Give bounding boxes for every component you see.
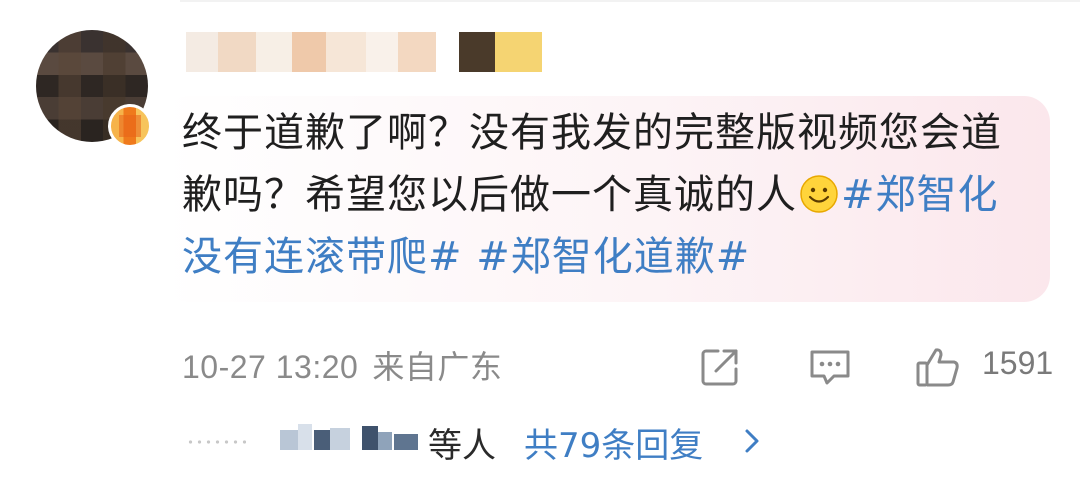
comment-card: 终于道歉了啊？没有我发的完整版视频您会道歉吗？希望您以后做一个真诚的人 #郑智化 … bbox=[0, 0, 1080, 502]
comment-meta: 10-27 13:20 来自广东 bbox=[182, 342, 502, 388]
chevron-right-icon[interactable] bbox=[742, 428, 762, 454]
reply-prefix: 等人 bbox=[428, 426, 496, 466]
smile-emoji bbox=[800, 175, 838, 213]
avatar-badge-icon bbox=[108, 104, 152, 148]
view-replies-link[interactable]: 共79条回复 bbox=[524, 418, 703, 467]
username-blurred[interactable] bbox=[186, 30, 542, 74]
comment-text: 终于道歉了啊？没有我发的完整版视频您会道歉吗？希望您以后做一个真诚的人 #郑智化 … bbox=[182, 102, 1042, 288]
divider bbox=[180, 0, 1080, 2]
share-icon[interactable] bbox=[696, 343, 744, 391]
dotted-indent bbox=[186, 440, 246, 444]
hashtag-separator bbox=[463, 234, 477, 280]
comment-icon[interactable] bbox=[806, 343, 854, 391]
thumbs-up-icon[interactable] bbox=[914, 343, 962, 391]
comment-location: 来自广东 bbox=[372, 349, 503, 385]
hashtag-link[interactable]: #郑智化道歉# bbox=[476, 234, 750, 280]
reply-avatars-blurred bbox=[280, 424, 418, 450]
comment-datetime: 10-27 13:20 bbox=[182, 349, 359, 385]
like-count: 1591 bbox=[982, 345, 1054, 381]
